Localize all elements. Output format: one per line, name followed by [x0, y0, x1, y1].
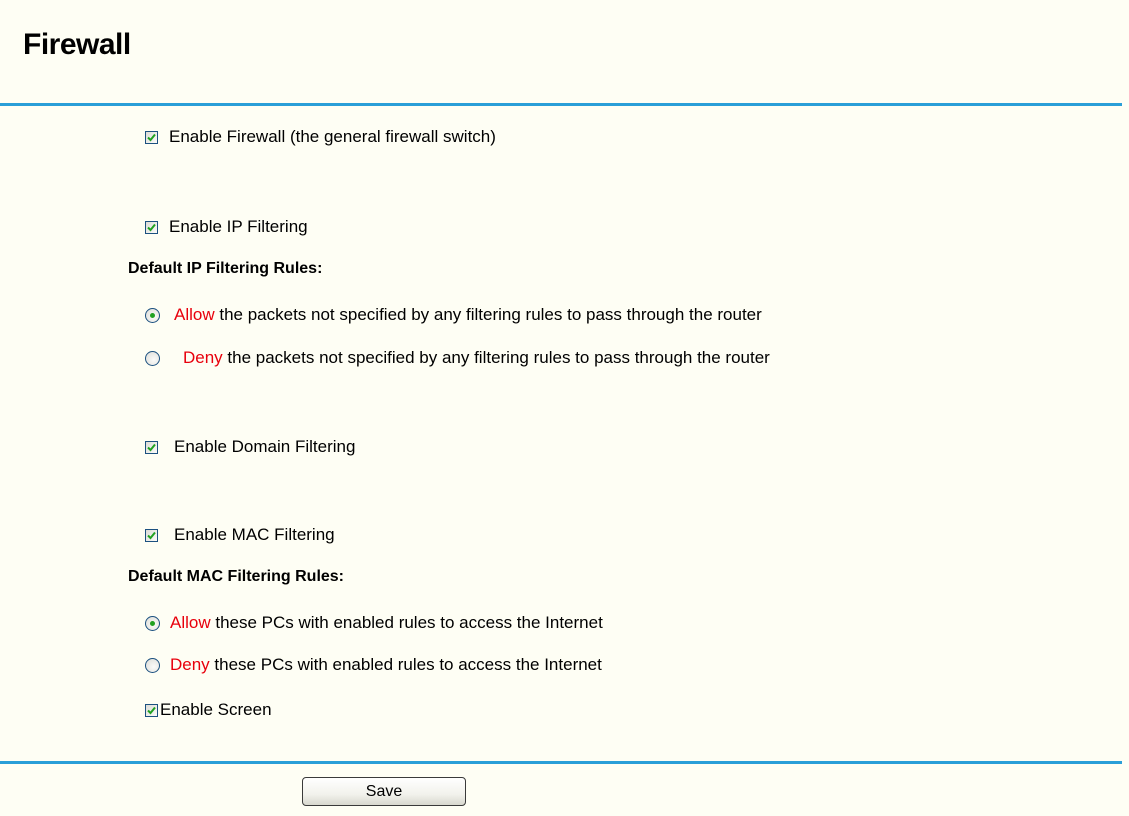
- enable-firewall-row[interactable]: Enable Firewall (the general firewall sw…: [145, 127, 496, 147]
- ip-allow-row[interactable]: Allow the packets not specified by any f…: [145, 305, 762, 325]
- firewall-page: Firewall Enable Firewall (the general fi…: [0, 0, 1129, 816]
- ip-deny-radio[interactable]: [145, 350, 160, 366]
- checkmark-icon: [147, 443, 156, 451]
- mac-deny-row[interactable]: Deny these PCs with enabled rules to acc…: [145, 655, 602, 675]
- enable-screen-row[interactable]: Enable Screen: [145, 700, 272, 720]
- enable-ip-filtering-label: Enable IP Filtering: [169, 217, 308, 236]
- mac-rules-heading: Default MAC Filtering Rules:: [128, 568, 345, 585]
- bottom-divider: [0, 761, 1122, 764]
- mac-allow-radio[interactable]: [145, 615, 160, 631]
- enable-screen-checkbox[interactable]: [145, 703, 158, 717]
- checkmark-icon: [147, 531, 156, 539]
- ip-allow-text: Allow the packets not specified by any f…: [174, 305, 762, 325]
- mac-allow-keyword: Allow: [170, 613, 211, 632]
- enable-mac-filtering-checkbox[interactable]: [145, 528, 158, 542]
- checkmark-icon: [147, 133, 156, 141]
- enable-ip-filtering-checkbox[interactable]: [145, 220, 158, 234]
- enable-domain-filtering-row[interactable]: Enable Domain Filtering: [145, 437, 355, 457]
- mac-allow-row[interactable]: Allow these PCs with enabled rules to ac…: [145, 613, 603, 633]
- mac-deny-radio[interactable]: [145, 657, 160, 673]
- enable-firewall-label: Enable Firewall (the general firewall sw…: [169, 127, 496, 146]
- mac-deny-text: Deny these PCs with enabled rules to acc…: [170, 655, 602, 675]
- radio-dot-icon: [150, 312, 155, 318]
- mac-deny-label: these PCs with enabled rules to access t…: [214, 655, 602, 674]
- mac-deny-keyword: Deny: [170, 655, 210, 674]
- enable-mac-filtering-row[interactable]: Enable MAC Filtering: [145, 525, 335, 545]
- page-title: Firewall: [23, 28, 131, 61]
- save-button[interactable]: Save: [302, 777, 466, 806]
- ip-deny-keyword: Deny: [183, 348, 223, 367]
- ip-deny-label: the packets not specified by any filteri…: [227, 348, 770, 367]
- checkmark-icon: [147, 223, 156, 231]
- enable-domain-filtering-label: Enable Domain Filtering: [174, 437, 356, 456]
- ip-deny-text: Deny the packets not specified by any fi…: [183, 348, 770, 368]
- enable-domain-filtering-checkbox[interactable]: [145, 440, 158, 454]
- radio-dot-icon: [150, 620, 155, 626]
- ip-allow-label: the packets not specified by any filteri…: [219, 305, 762, 324]
- mac-allow-label: these PCs with enabled rules to access t…: [215, 613, 603, 632]
- enable-screen-label: Enable Screen: [160, 700, 272, 719]
- ip-deny-row[interactable]: Deny the packets not specified by any fi…: [145, 348, 770, 368]
- enable-ip-filtering-row[interactable]: Enable IP Filtering: [145, 217, 308, 237]
- ip-rules-heading: Default IP Filtering Rules:: [128, 260, 323, 277]
- checkmark-icon: [147, 706, 156, 714]
- top-divider: [0, 103, 1122, 106]
- ip-allow-keyword: Allow: [174, 305, 215, 324]
- enable-mac-filtering-label: Enable MAC Filtering: [174, 525, 335, 544]
- enable-firewall-checkbox[interactable]: [145, 130, 158, 144]
- ip-allow-radio[interactable]: [145, 307, 160, 323]
- mac-allow-text: Allow these PCs with enabled rules to ac…: [170, 613, 603, 633]
